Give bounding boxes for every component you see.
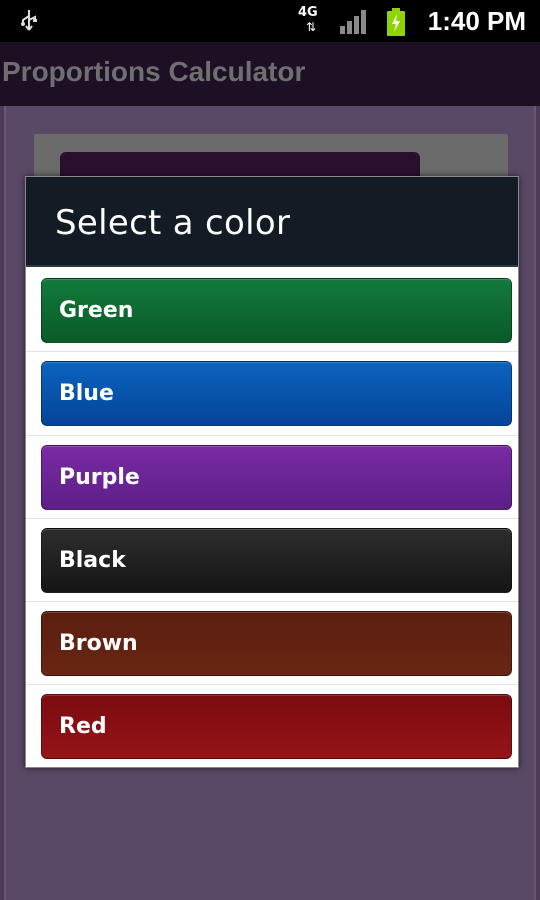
dialog-title: Select a color xyxy=(55,203,291,243)
clock: 1:40 PM xyxy=(427,6,526,36)
dialog-header: Select a color xyxy=(26,177,518,267)
list-item: Blue xyxy=(26,352,518,436)
color-picker-dialog: Select a color Green Blue Purple Black B… xyxy=(25,176,519,768)
app-title-bar: Proportions Calculator xyxy=(0,42,540,106)
app-title: Proportions Calculator xyxy=(2,56,306,87)
color-option-red[interactable]: Red xyxy=(41,694,512,760)
usb-icon xyxy=(21,10,37,31)
list-item: Red xyxy=(26,685,518,768)
list-item: Brown xyxy=(26,602,518,686)
status-bar: 4G ⇅ 1:40 PM xyxy=(0,0,540,42)
data-arrows-icon: ⇅ xyxy=(306,20,317,34)
color-option-brown[interactable]: Brown xyxy=(41,611,512,677)
battery-charging-icon xyxy=(387,8,405,36)
color-option-purple[interactable]: Purple xyxy=(41,444,512,510)
list-item: Black xyxy=(26,519,518,603)
signal-icon xyxy=(340,10,366,34)
list-item: Green xyxy=(26,269,518,353)
color-option-black[interactable]: Black xyxy=(41,527,512,593)
color-option-blue[interactable]: Blue xyxy=(41,361,512,427)
list-item: Purple xyxy=(26,436,518,519)
network-type-label: 4G xyxy=(298,5,318,20)
color-option-green[interactable]: Green xyxy=(41,278,512,343)
color-options-list: Green Blue Purple Black Brown Red xyxy=(26,269,518,769)
